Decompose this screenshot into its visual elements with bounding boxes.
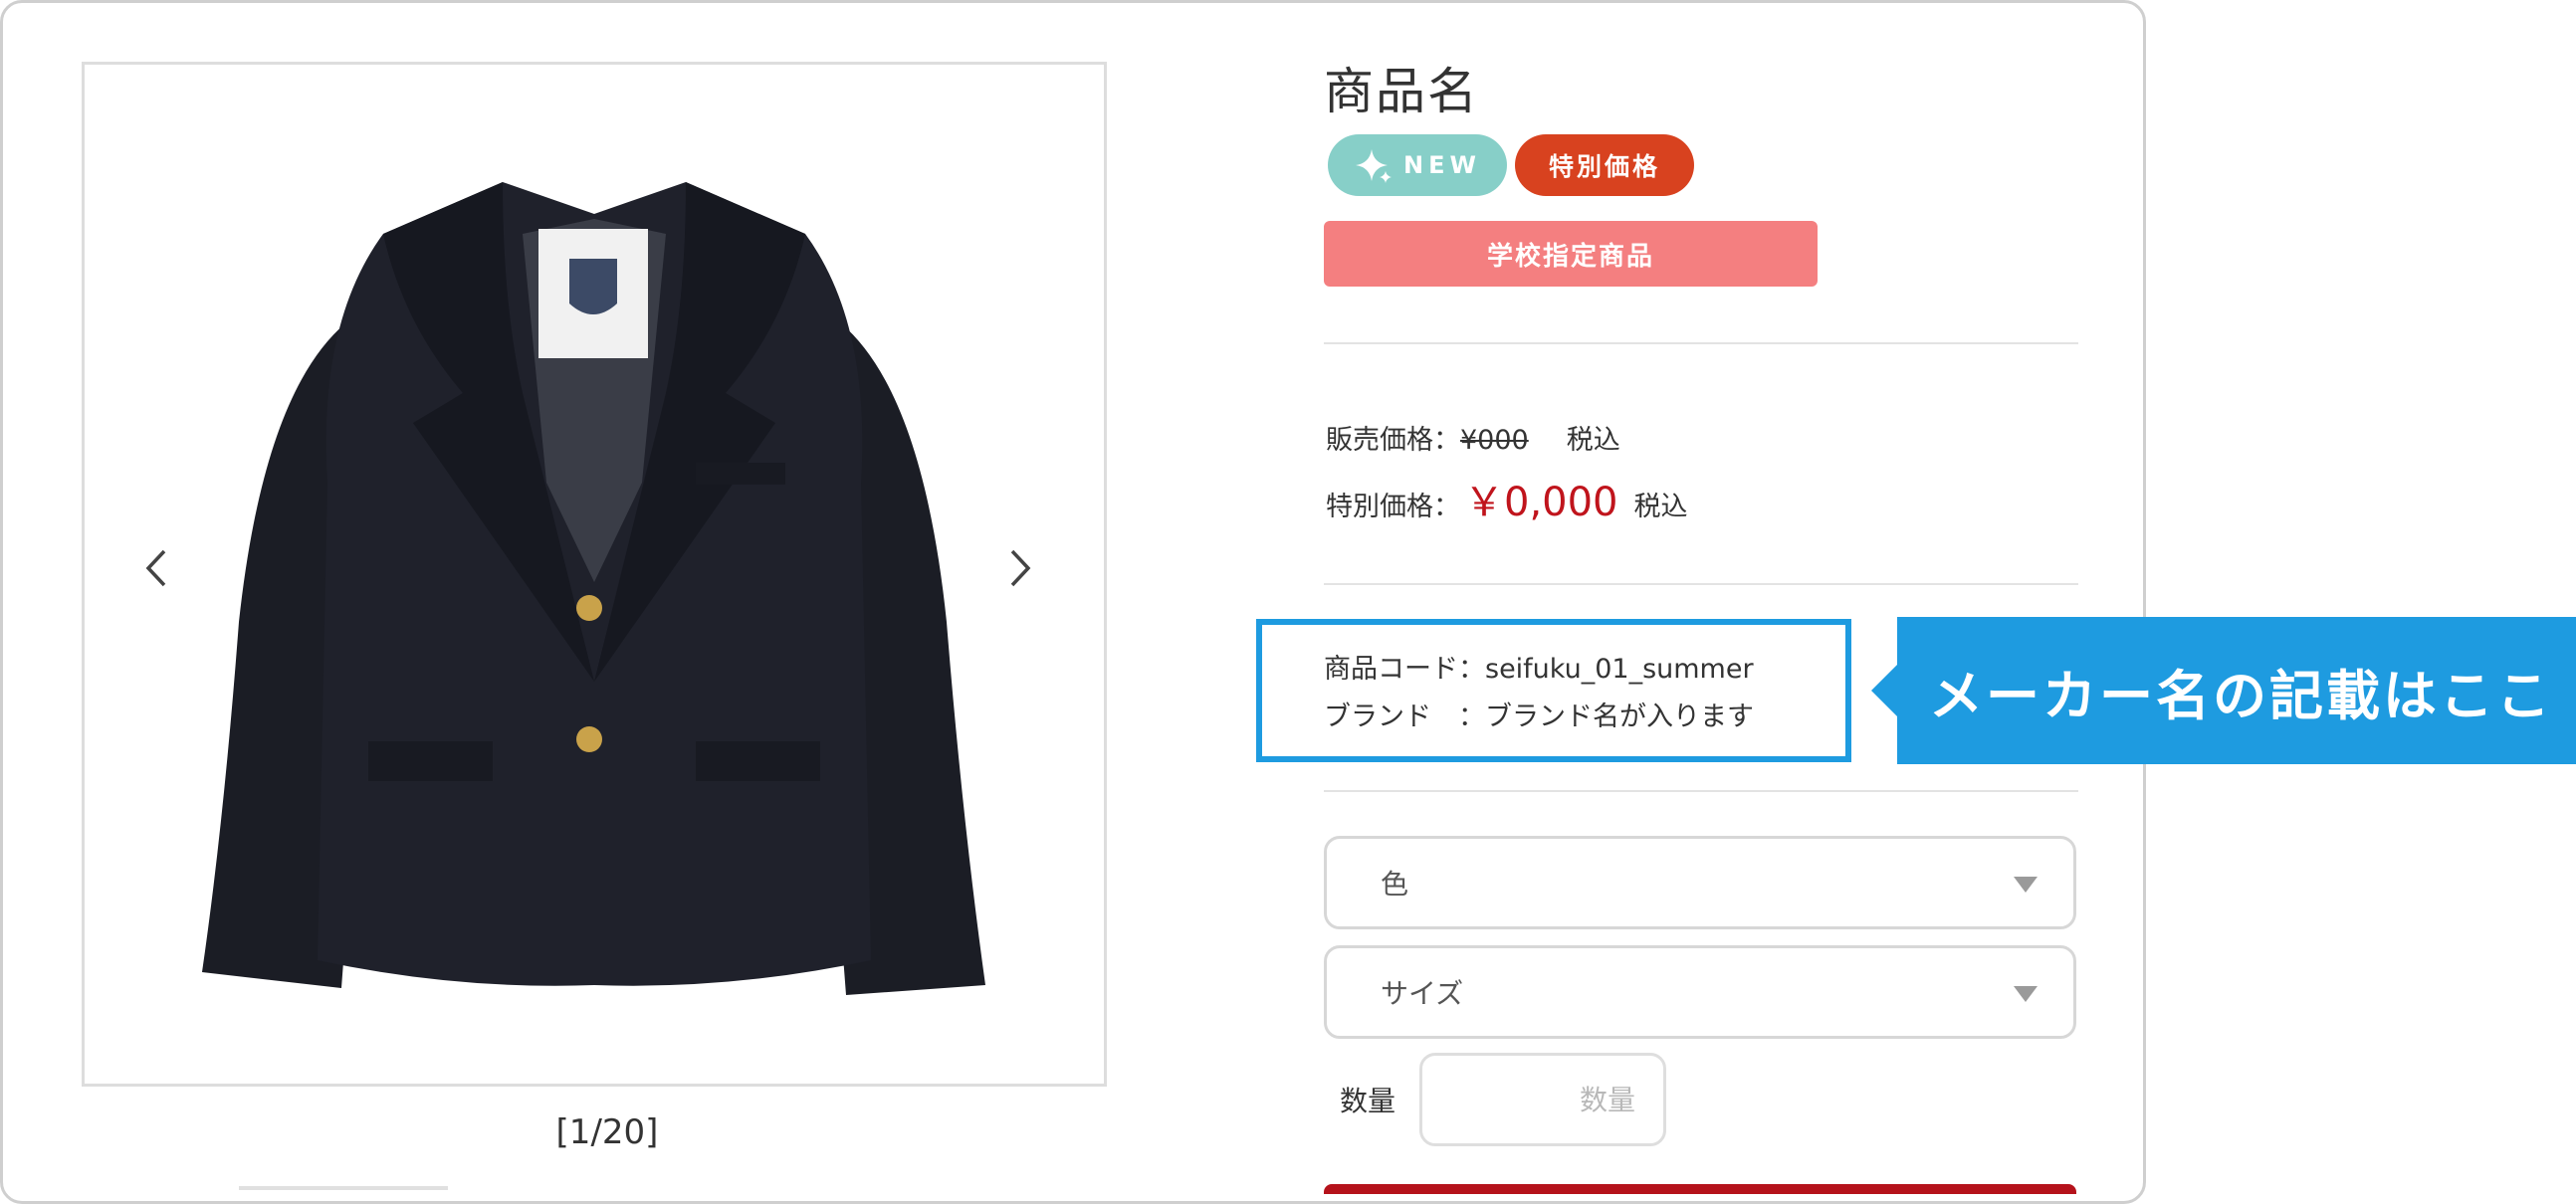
divider [1324, 342, 2078, 344]
quantity-label: 数量 [1340, 1085, 1396, 1117]
regular-price-tax: 税込 [1566, 425, 1620, 456]
color-select-label: 色 [1381, 868, 1409, 901]
sparkle-icon [1354, 145, 1394, 185]
divider [1324, 583, 2078, 585]
chevron-right-icon [1010, 549, 1031, 587]
image-counter: [1/20] [555, 1112, 659, 1152]
special-price-badge: 特別価格 [1515, 134, 1694, 196]
highlight-box [1256, 619, 1851, 762]
divider [239, 1186, 448, 1190]
chevron-down-icon [2014, 877, 2038, 893]
color-select[interactable]: 色 [1324, 836, 2076, 929]
add-to-cart-button[interactable] [1324, 1184, 2076, 1194]
product-code: 商品コード：seifuku_01_summer [1324, 654, 1754, 685]
special-price-value: ￥0,000 [1464, 480, 1618, 525]
brand-name: ブランド ：ブランド名が入ります [1324, 702, 1754, 732]
special-price-row: 特別価格： ￥0,000 税込 [1326, 470, 1688, 527]
quantity-input[interactable] [1419, 1053, 1666, 1146]
school-designated-tag: 学校指定商品 [1324, 221, 1818, 287]
size-select-label: サイズ [1381, 977, 1464, 1010]
chevron-left-icon [145, 549, 166, 587]
divider [1324, 790, 2078, 792]
new-badge-label: NEW [1403, 151, 1481, 179]
product-title: 商品名 [1324, 63, 1479, 120]
gallery-prev-button[interactable] [131, 543, 181, 593]
chevron-down-icon [2014, 986, 2038, 1002]
annotation-callout: メーカー名の記載はここ [1871, 617, 2576, 764]
regular-price-label: 販売価格： [1326, 425, 1460, 456]
gallery-next-button[interactable] [995, 543, 1045, 593]
size-select[interactable]: サイズ [1324, 945, 2076, 1039]
special-price-tax: 税込 [1633, 492, 1688, 522]
regular-price-value: ¥000 [1460, 425, 1529, 456]
blazer-image [202, 182, 985, 995]
product-image-frame [82, 62, 1107, 1087]
new-badge: NEW [1328, 134, 1507, 196]
regular-price-row: 販売価格： ¥000 税込 [1326, 418, 1620, 457]
special-price-label: 特別価格： [1326, 492, 1460, 522]
